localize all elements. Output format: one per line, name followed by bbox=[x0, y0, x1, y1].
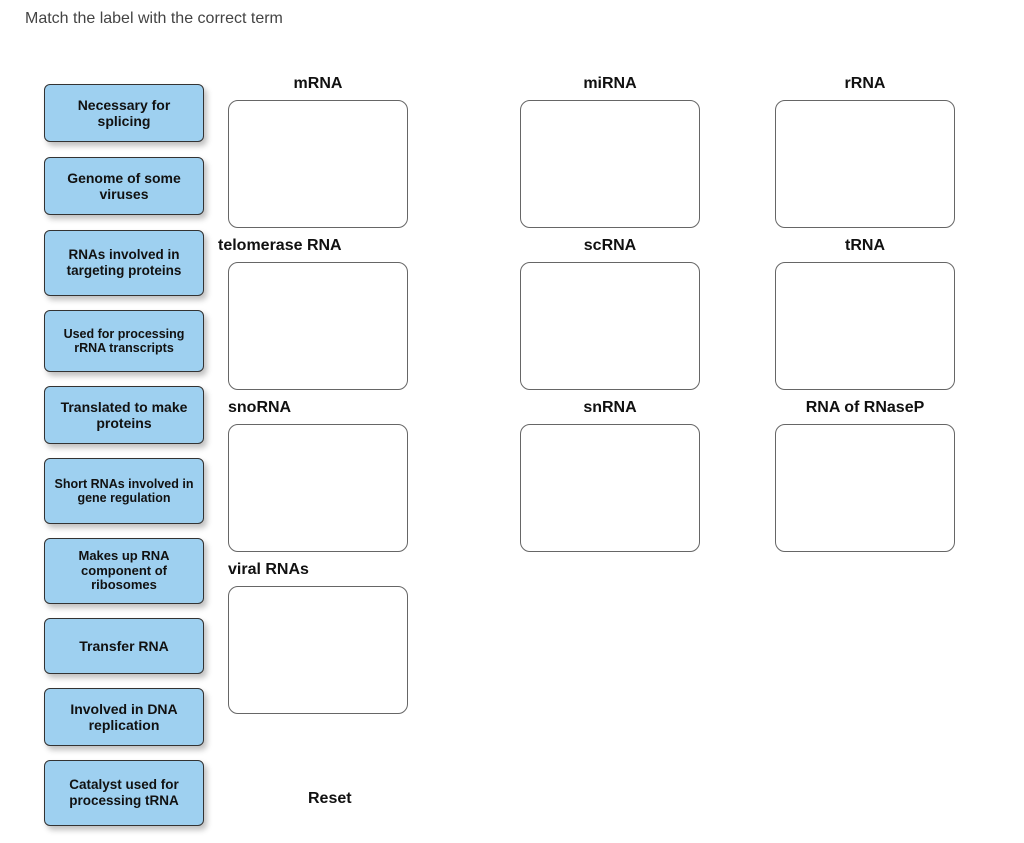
drop-zone-trna[interactable] bbox=[775, 262, 955, 390]
label-transfer-rna[interactable]: Transfer RNA bbox=[44, 618, 204, 674]
drop-zone-mirna[interactable] bbox=[520, 100, 700, 228]
drop-zone-telomerase[interactable] bbox=[228, 262, 408, 390]
target-title-snorna: snoRNA bbox=[228, 399, 408, 417]
target-title-viral: viral RNAs bbox=[228, 561, 408, 579]
target-title-scrna: scRNA bbox=[520, 237, 700, 255]
target-title-mrna: mRNA bbox=[228, 75, 408, 93]
label-processing-rrna[interactable]: Used for processing rRNA transcripts bbox=[44, 310, 204, 372]
target-title-mirna: miRNA bbox=[520, 75, 700, 93]
drop-zone-rrna[interactable] bbox=[775, 100, 955, 228]
target-title-snrna: snRNA bbox=[520, 399, 700, 417]
drop-zone-snorna[interactable] bbox=[228, 424, 408, 552]
drop-zone-scrna[interactable] bbox=[520, 262, 700, 390]
label-splicing[interactable]: Necessary for splicing bbox=[44, 84, 204, 142]
target-title-telomerase: telomerase RNA bbox=[218, 237, 418, 255]
drop-zone-viral[interactable] bbox=[228, 586, 408, 714]
target-title-trna: tRNA bbox=[775, 237, 955, 255]
label-ribosome-component[interactable]: Makes up RNA component of ribosomes bbox=[44, 538, 204, 604]
instruction-text: Match the label with the correct term bbox=[25, 10, 283, 28]
label-processing-trna[interactable]: Catalyst used for processing tRNA bbox=[44, 760, 204, 826]
reset-button[interactable]: Reset bbox=[308, 790, 352, 808]
label-viral-genome[interactable]: Genome of some viruses bbox=[44, 157, 204, 215]
drop-zone-mrna[interactable] bbox=[228, 100, 408, 228]
label-targeting-proteins[interactable]: RNAs involved in targeting proteins bbox=[44, 230, 204, 296]
label-gene-regulation[interactable]: Short RNAs involved in gene regulation bbox=[44, 458, 204, 524]
target-title-rnasep: RNA of RNaseP bbox=[775, 399, 955, 417]
label-translated-proteins[interactable]: Translated to make proteins bbox=[44, 386, 204, 444]
target-title-rrna: rRNA bbox=[775, 75, 955, 93]
drop-zone-snrna[interactable] bbox=[520, 424, 700, 552]
label-dna-replication[interactable]: Involved in DNA replication bbox=[44, 688, 204, 746]
drop-zone-rnasep[interactable] bbox=[775, 424, 955, 552]
